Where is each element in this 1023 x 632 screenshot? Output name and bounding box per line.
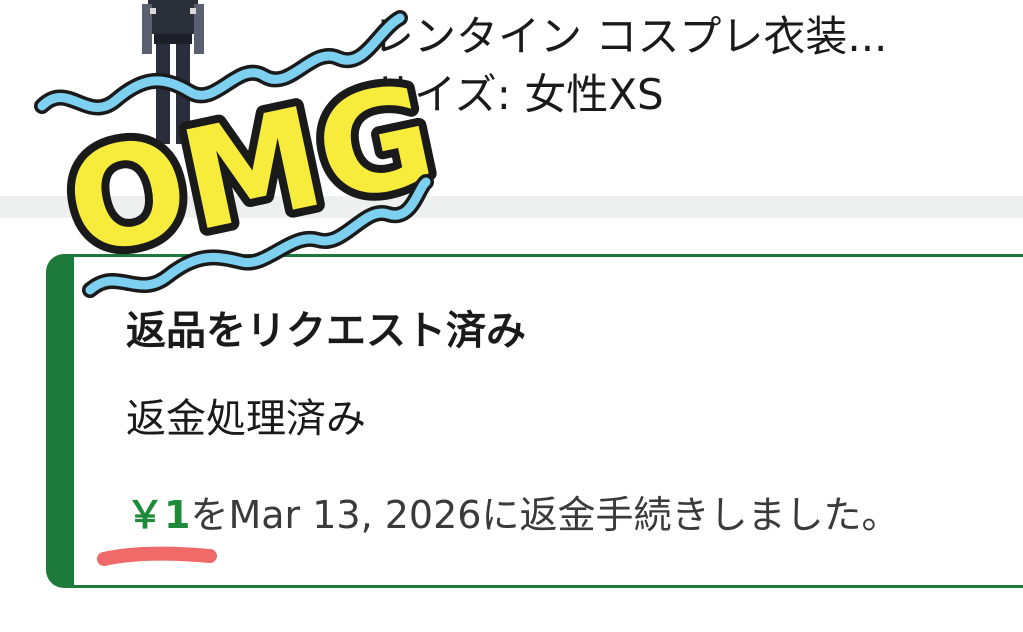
return-status-title: 返品をリクエスト済み bbox=[126, 308, 526, 354]
red-underline-mark bbox=[97, 546, 217, 566]
product-info[interactable]: レンタイン コスプレ衣装... サイズ: 女性XS bbox=[372, 8, 1012, 124]
product-size: サイズ: 女性XS bbox=[372, 70, 664, 119]
refund-detail-line: ￥1をMar 13, 2026に返金手続きしました。 bbox=[126, 489, 899, 541]
omg-sticker: OMG OMG bbox=[34, 10, 448, 298]
refund-amount: ￥1 bbox=[126, 493, 191, 537]
refund-detail-text: をMar 13, 2026に返金手続きしました。 bbox=[190, 493, 900, 537]
product-name: レンタイン コスプレ衣装... bbox=[372, 12, 888, 61]
omg-text: OMG bbox=[54, 53, 447, 287]
order-detail-page: レンタイン コスプレ衣装... サイズ: 女性XS 返品をリクエスト済み 返金処… bbox=[0, 0, 1023, 632]
refund-status-text: 返金処理済み bbox=[126, 396, 366, 442]
